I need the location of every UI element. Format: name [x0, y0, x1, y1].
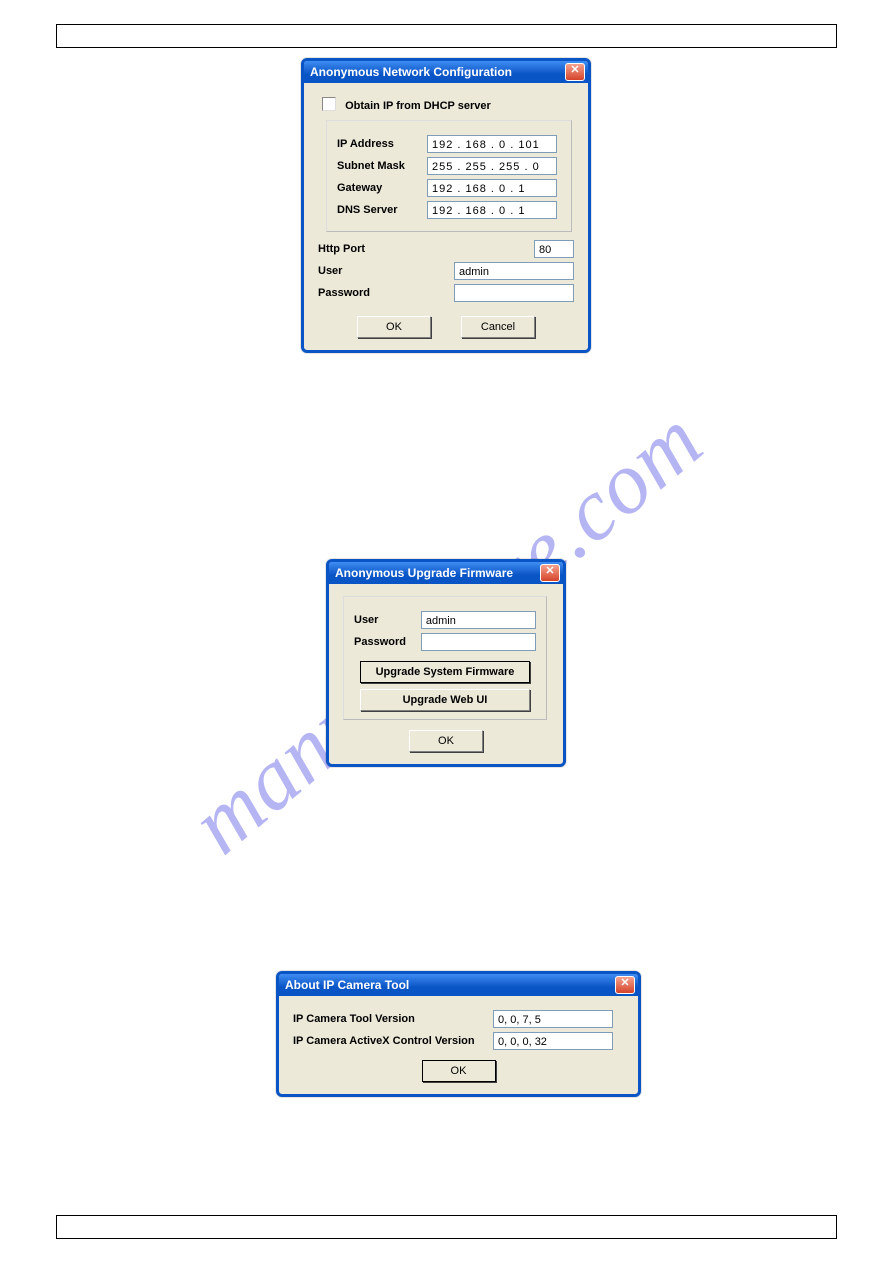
- tool-version-value: 0, 0, 7, 5: [493, 1010, 613, 1028]
- dhcp-row: Obtain IP from DHCP server: [322, 97, 574, 112]
- close-icon[interactable]: ✕: [565, 63, 585, 81]
- gateway-label: Gateway: [337, 182, 427, 194]
- footer-rule: [56, 1215, 837, 1239]
- cancel-button[interactable]: Cancel: [461, 316, 535, 338]
- tool-version-label: IP Camera Tool Version: [293, 1013, 493, 1025]
- activex-version-label: IP Camera ActiveX Control Version: [293, 1035, 493, 1047]
- password-label: Password: [318, 287, 408, 299]
- upgrade-web-ui-button[interactable]: Upgrade Web UI: [360, 689, 530, 711]
- dialog-body: IP Camera Tool Version 0, 0, 7, 5 IP Cam…: [279, 996, 638, 1094]
- user-input[interactable]: admin: [421, 611, 536, 629]
- ok-button[interactable]: OK: [357, 316, 431, 338]
- http-port-input[interactable]: 80: [534, 240, 574, 258]
- subnet-mask-label: Subnet Mask: [337, 160, 427, 172]
- dhcp-checkbox[interactable]: [322, 97, 336, 111]
- ip-address-label: IP Address: [337, 138, 427, 150]
- subnet-mask-input[interactable]: 255 . 255 . 255 . 0: [427, 157, 557, 175]
- dialog-title: Anonymous Network Configuration: [310, 65, 512, 79]
- dialog-body: Obtain IP from DHCP server IP Address 19…: [304, 83, 588, 350]
- dialog-title: About IP Camera Tool: [285, 978, 409, 992]
- upgrade-system-firmware-button[interactable]: Upgrade System Firmware: [360, 661, 530, 683]
- close-icon[interactable]: ✕: [615, 976, 635, 994]
- titlebar[interactable]: About IP Camera Tool ✕: [279, 974, 638, 996]
- upgrade-firmware-dialog: Anonymous Upgrade Firmware ✕ User admin …: [326, 559, 566, 767]
- dns-server-label: DNS Server: [337, 204, 427, 216]
- ip-address-input[interactable]: 192 . 168 . 0 . 101: [427, 135, 557, 153]
- http-port-label: Http Port: [318, 243, 408, 255]
- password-input[interactable]: [421, 633, 536, 651]
- header-rule: [56, 24, 837, 48]
- ok-button[interactable]: OK: [409, 730, 483, 752]
- credentials-group: User admin Password Upgrade System Firmw…: [343, 596, 547, 720]
- user-label: User: [354, 614, 421, 626]
- dialog-title: Anonymous Upgrade Firmware: [335, 566, 513, 580]
- titlebar[interactable]: Anonymous Upgrade Firmware ✕: [329, 562, 563, 584]
- dns-server-input[interactable]: 192 . 168 . 0 . 1: [427, 201, 557, 219]
- upgrade-buttons: Upgrade System Firmware Upgrade Web UI: [354, 661, 536, 711]
- dhcp-label: Obtain IP from DHCP server: [345, 100, 491, 112]
- titlebar[interactable]: Anonymous Network Configuration ✕: [304, 61, 588, 83]
- network-config-dialog: Anonymous Network Configuration ✕ Obtain…: [301, 58, 591, 353]
- button-row: OK: [293, 1060, 624, 1082]
- about-dialog: About IP Camera Tool ✕ IP Camera Tool Ve…: [276, 971, 641, 1097]
- button-row: OK: [343, 730, 549, 752]
- close-icon[interactable]: ✕: [540, 564, 560, 582]
- gateway-input[interactable]: 192 . 168 . 0 . 1: [427, 179, 557, 197]
- activex-version-value: 0, 0, 0, 32: [493, 1032, 613, 1050]
- user-label: User: [318, 265, 408, 277]
- ok-button[interactable]: OK: [422, 1060, 496, 1082]
- button-row: OK Cancel: [318, 316, 574, 338]
- ip-group: IP Address 192 . 168 . 0 . 101 Subnet Ma…: [326, 120, 572, 232]
- dialog-body: User admin Password Upgrade System Firmw…: [329, 584, 563, 764]
- password-label: Password: [354, 636, 421, 648]
- user-input[interactable]: admin: [454, 262, 574, 280]
- password-input[interactable]: [454, 284, 574, 302]
